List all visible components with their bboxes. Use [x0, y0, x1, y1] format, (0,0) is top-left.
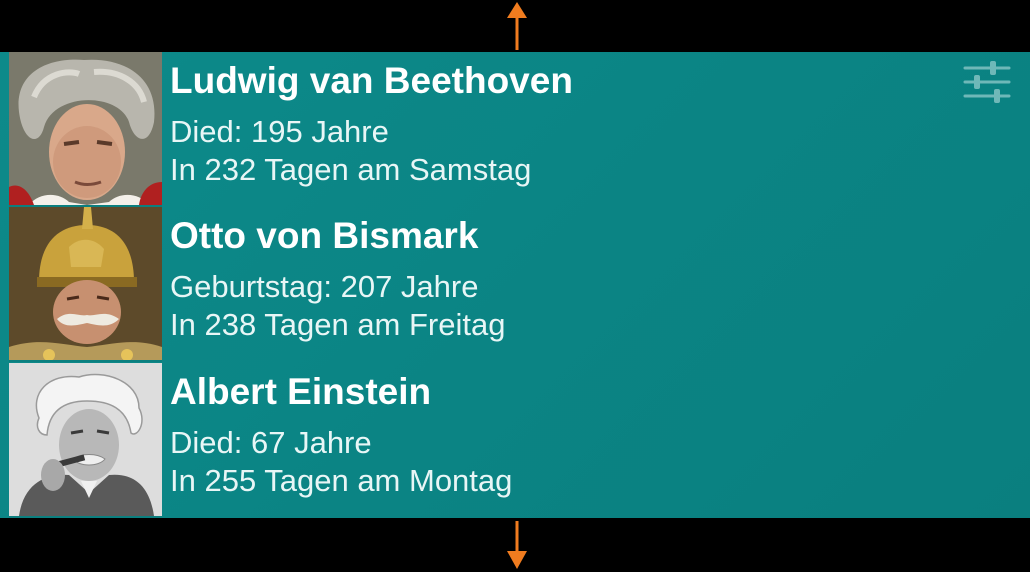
person-countdown: In 255 Tagen am Montag	[170, 463, 513, 498]
portrait-einstein	[9, 363, 162, 518]
person-event-info: Died: 195 Jahre	[170, 114, 389, 149]
anniversary-widget[interactable]: Ludwig van Beethoven Died: 195 Jahre In …	[0, 52, 1030, 518]
person-row[interactable]: Ludwig van Beethoven Died: 195 Jahre In …	[0, 52, 1030, 207]
resize-handle-bottom[interactable]	[506, 519, 528, 569]
person-name: Albert Einstein	[170, 371, 432, 412]
person-row[interactable]: Albert Einstein Died: 67 Jahre In 255 Ta…	[0, 363, 1030, 518]
sliders-icon[interactable]	[962, 58, 1012, 106]
portrait-bismarck	[9, 207, 162, 362]
resize-handle-top[interactable]	[506, 2, 528, 52]
person-event-info: Died: 67 Jahre	[170, 425, 372, 460]
person-countdown: In 232 Tagen am Samstag	[170, 152, 532, 187]
portrait-beethoven	[9, 52, 162, 207]
person-countdown: In 238 Tagen am Freitag	[170, 307, 506, 342]
person-event-info: Geburtstag: 207 Jahre	[170, 269, 479, 304]
person-name: Otto von Bismark	[170, 215, 479, 256]
person-row[interactable]: Otto von Bismark Geburtstag: 207 Jahre I…	[0, 207, 1030, 362]
person-name: Ludwig van Beethoven	[170, 60, 573, 101]
